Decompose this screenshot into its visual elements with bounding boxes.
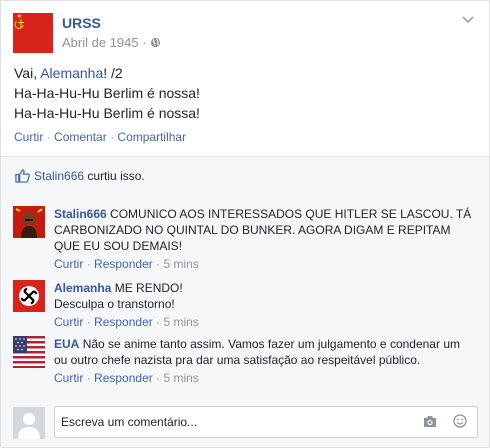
comment-body: Stalin666 COMUNICO AOS INTERESSADOS QUE … <box>54 206 474 272</box>
globe-icon[interactable] <box>150 37 161 48</box>
sep: · <box>46 130 51 144</box>
comment-text: COMUNICO AOS INTERESSADOS QUE HITLER SE … <box>54 207 472 253</box>
comment-author[interactable]: EUA <box>54 337 79 351</box>
post-text-line-3: Ha-Ha-Hu-Hu Berlim é nossa! <box>14 105 200 121</box>
comment-like-link[interactable]: Curtir <box>54 315 83 329</box>
mention-alemanha[interactable]: Alemanha <box>40 65 103 81</box>
text-suffix: ! /2 <box>103 65 123 81</box>
sep: · <box>86 371 91 385</box>
post-meta: Abril de 1945 · <box>62 35 161 50</box>
comment-link[interactable]: Comentar <box>54 130 107 144</box>
comment-composer: Escreva um comentário... <box>1 406 489 447</box>
default-avatar-icon <box>13 407 45 439</box>
page-avatar-urss[interactable] <box>13 13 53 53</box>
comment-placeholder: Escreva um comentário... <box>61 415 198 429</box>
soviet-portrait-icon <box>13 206 45 238</box>
swastika-icon <box>13 280 45 312</box>
share-link[interactable]: Compartilhar <box>117 130 186 144</box>
meta-separator: · <box>142 35 147 50</box>
post-text-line-2: Ha-Ha-Hu-Hu Berlim é nossa! <box>14 85 200 101</box>
post-author[interactable]: URSS <box>62 15 101 31</box>
sep: · <box>156 257 161 271</box>
post-card: URSS Abril de 1945 · Vai, Alemanha! /2 H… <box>0 0 490 448</box>
hammer-sickle-icon <box>13 13 53 53</box>
comments-section: Stalin666 COMUNICO AOS INTERESSADOS QUE … <box>1 194 489 447</box>
comment-body: EUA Não se anime tanto assim. Vamos faze… <box>54 336 474 386</box>
text-prefix: Vai, <box>14 65 41 81</box>
comment-time[interactable]: 5 mins <box>163 371 198 385</box>
likes-summary: Stalin666 curtiu isso. <box>1 156 489 195</box>
sep: · <box>86 315 91 329</box>
smiley-icon[interactable] <box>453 414 467 428</box>
avatar-alemanha[interactable] <box>13 280 45 312</box>
comment-like-link[interactable]: Curtir <box>54 371 83 385</box>
likes-text: Stalin666 curtiu isso. <box>34 169 145 183</box>
liker-name[interactable]: Stalin666 <box>34 169 84 183</box>
comment-time[interactable]: 5 mins <box>163 315 198 329</box>
comment-actions: Curtir · Responder · 5 mins <box>54 256 474 272</box>
comment-reply-link[interactable]: Responder <box>94 371 153 385</box>
sep: · <box>110 130 115 144</box>
post-header: URSS Abril de 1945 · <box>13 13 474 55</box>
likes-suffix: curtiu isso. <box>87 169 145 183</box>
sep: · <box>156 315 161 329</box>
camera-icon[interactable] <box>423 415 437 428</box>
comment-reply-link[interactable]: Responder <box>94 257 153 271</box>
thumbs-up-icon <box>15 169 30 183</box>
chevron-down-icon[interactable] <box>462 15 474 25</box>
post-text: Vai, Alemanha! /2 Ha-Ha-Hu-Hu Berlim é n… <box>14 63 200 123</box>
comment-actions: Curtir · Responder · 5 mins <box>54 370 474 386</box>
comment-text-line-2: Desculpa o transtorno! <box>54 297 175 311</box>
comment-actions: Curtir · Responder · 5 mins <box>54 314 474 330</box>
comment-author[interactable]: Stalin666 <box>54 207 107 221</box>
comment-author[interactable]: Alemanha <box>54 281 111 295</box>
current-user-avatar <box>13 407 45 439</box>
comment-time[interactable]: 5 mins <box>163 257 198 271</box>
post-actions: Curtir · Comentar · Compartilhar <box>14 130 186 144</box>
comment-input[interactable]: Escreva um comentário... <box>54 406 478 438</box>
like-link[interactable]: Curtir <box>14 130 43 144</box>
comment-like-link[interactable]: Curtir <box>54 257 83 271</box>
us-flag-icon <box>13 336 45 368</box>
post-date[interactable]: Abril de 1945 <box>62 35 139 50</box>
comment-text: Não se anime tanto assim. Vamos fazer um… <box>54 337 460 367</box>
sep: · <box>156 371 161 385</box>
post-text-line-1: Vai, Alemanha! /2 <box>14 63 200 83</box>
sep: · <box>86 257 91 271</box>
comment-reply-link[interactable]: Responder <box>94 315 153 329</box>
avatar-stalin666[interactable] <box>13 206 45 238</box>
comment-body: Alemanha ME RENDO! Desculpa o transtorno… <box>54 280 474 330</box>
avatar-eua[interactable] <box>13 336 45 368</box>
comment-text-line-1: ME RENDO! <box>114 281 183 295</box>
